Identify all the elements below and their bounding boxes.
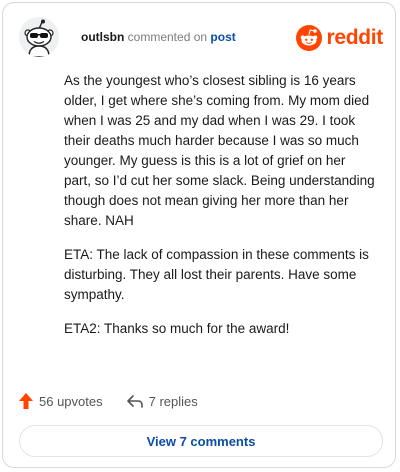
username-link[interactable]: outlsbn [81, 30, 124, 44]
comment-actions: 56 upvotes 7 replies [19, 391, 198, 411]
view-comments-button[interactable]: View 7 comments [19, 425, 383, 457]
arrow-up-icon [19, 393, 33, 409]
comment-paragraph: As the youngest who’s closest sibling is… [64, 73, 375, 228]
byline-verb: commented on [127, 30, 208, 44]
comment-paragraph: ETA2: Thanks so much for the award! [64, 321, 290, 336]
comment-paragraph: ETA: The lack of compassion in these com… [64, 247, 369, 302]
upvote-count: 56 upvotes [39, 393, 103, 409]
comment-body: As the youngest who’s closest sibling is… [64, 71, 376, 353]
avatar[interactable] [19, 17, 59, 57]
upvote-button[interactable]: 56 upvotes [19, 393, 103, 409]
comment-header: outlsbn commented on post reddit [19, 17, 383, 57]
reply-arrow-icon [126, 395, 143, 408]
comment-card: outlsbn commented on post reddit As the … [2, 2, 396, 468]
post-link[interactable]: post [210, 30, 235, 44]
byline: outlsbn commented on post [81, 29, 236, 45]
reply-count: 7 replies [148, 393, 198, 409]
brand-wordmark: reddit [326, 26, 383, 49]
reddit-logo[interactable]: reddit [296, 23, 383, 53]
snoo-avatar-icon [19, 17, 59, 57]
reddit-snoo-icon [296, 25, 323, 51]
replies-button[interactable]: 7 replies [126, 393, 198, 409]
